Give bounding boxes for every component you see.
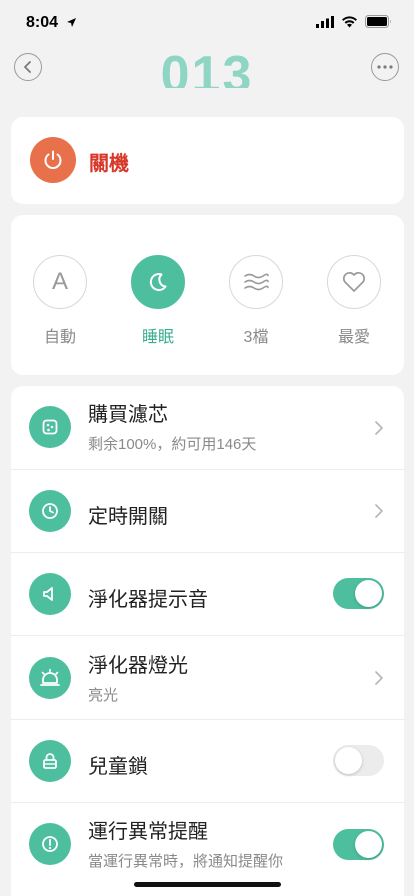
lamp-icon-wrap <box>29 657 71 699</box>
modes-card: A 自動 睡眠 3檔 最愛 <box>11 215 404 375</box>
mode-favorite-button[interactable] <box>327 255 381 309</box>
clock-icon <box>42 503 58 519</box>
speaker-icon-wrap <box>29 573 71 615</box>
chevron-right-icon <box>375 504 383 518</box>
mode-auto-label: 自動 <box>43 329 76 346</box>
location-arrow-icon <box>67 18 76 27</box>
chevron-right-icon <box>375 421 383 435</box>
speaker-icon <box>43 587 53 601</box>
timer-title: 定時開關 <box>88 506 168 528</box>
alert-subtitle: 當運行異常時，將通知提醒你 <box>88 853 284 870</box>
moon-icon <box>149 273 167 291</box>
lamp-icon <box>40 668 60 686</box>
list-item-child-lock: 兒童鎖 <box>11 720 404 802</box>
filter-title: 購買濾芯 <box>88 404 168 426</box>
heart-icon <box>342 271 366 292</box>
wind-waves-icon <box>244 273 269 291</box>
sound-toggle[interactable] <box>333 578 384 609</box>
filter-icon <box>42 419 58 435</box>
device-number-text: 013 <box>160 46 254 88</box>
mode-favorite-label: 最愛 <box>337 329 370 346</box>
mode-sleep[interactable]: 睡眠 <box>128 255 188 347</box>
mode-sleep-label: 睡眠 <box>141 329 174 346</box>
ellipsis-icon <box>377 65 393 69</box>
filter-icon-wrap <box>29 406 71 448</box>
mode-auto[interactable]: A 自動 <box>30 255 90 347</box>
mode-level-3-label: 3檔 <box>243 329 269 346</box>
home-indicator <box>134 882 281 887</box>
alert-title: 運行異常提醒 <box>88 821 208 843</box>
lock-icon <box>43 753 57 769</box>
alert-icon <box>42 836 58 852</box>
alert-icon-wrap <box>29 823 71 865</box>
chevron-right-icon <box>375 671 383 685</box>
mode-level-3-button[interactable] <box>229 255 283 309</box>
toggle-knob <box>355 831 382 858</box>
mode-sleep-button[interactable] <box>131 255 185 309</box>
power-button[interactable] <box>30 137 76 183</box>
mode-auto-button[interactable]: A <box>33 255 87 309</box>
device-number-title: 013 <box>0 42 414 88</box>
toggle-knob <box>335 747 362 774</box>
list-item-timer[interactable]: 定時開關 <box>11 470 404 552</box>
cellular-signal-icon <box>316 15 334 28</box>
alert-toggle[interactable] <box>333 829 384 860</box>
toggle-knob <box>355 580 382 607</box>
list-item-alert: 運行異常提醒 當運行異常時，將通知提醒你 <box>11 803 404 893</box>
power-icon <box>44 150 62 169</box>
light-subtitle: 亮光 <box>88 687 119 704</box>
power-card: 關機 <box>11 117 404 204</box>
auto-letter-icon: A <box>51 268 68 295</box>
child-lock-title: 兒童鎖 <box>88 756 148 778</box>
list-item-filter[interactable]: 購買濾芯 剩余100%，約可用146天 <box>11 386 404 469</box>
filter-subtitle: 剩余100%，約可用146天 <box>88 436 257 453</box>
status-time: 8:04 <box>26 14 59 31</box>
power-label[interactable]: 關機 <box>89 147 129 176</box>
light-title: 淨化器燈光 <box>88 655 188 677</box>
clock-icon-wrap <box>29 490 71 532</box>
sound-title: 淨化器提示音 <box>88 589 208 611</box>
list-item-sound: 淨化器提示音 <box>11 553 404 635</box>
settings-list: 購買濾芯 剩余100%，約可用146天 定時開關 淨化器提示音 淨化器燈光 亮光… <box>11 386 404 896</box>
child-lock-toggle[interactable] <box>333 745 384 776</box>
mode-level-3[interactable]: 3檔 <box>226 255 286 347</box>
battery-icon <box>365 15 391 28</box>
list-item-light[interactable]: 淨化器燈光 亮光 <box>11 636 404 719</box>
mode-favorite[interactable]: 最愛 <box>324 255 384 347</box>
more-button[interactable] <box>371 53 399 81</box>
lock-icon-wrap <box>29 740 71 782</box>
wifi-icon <box>342 15 357 27</box>
status-bar: 8:04 <box>0 0 414 46</box>
status-icons <box>316 15 392 28</box>
